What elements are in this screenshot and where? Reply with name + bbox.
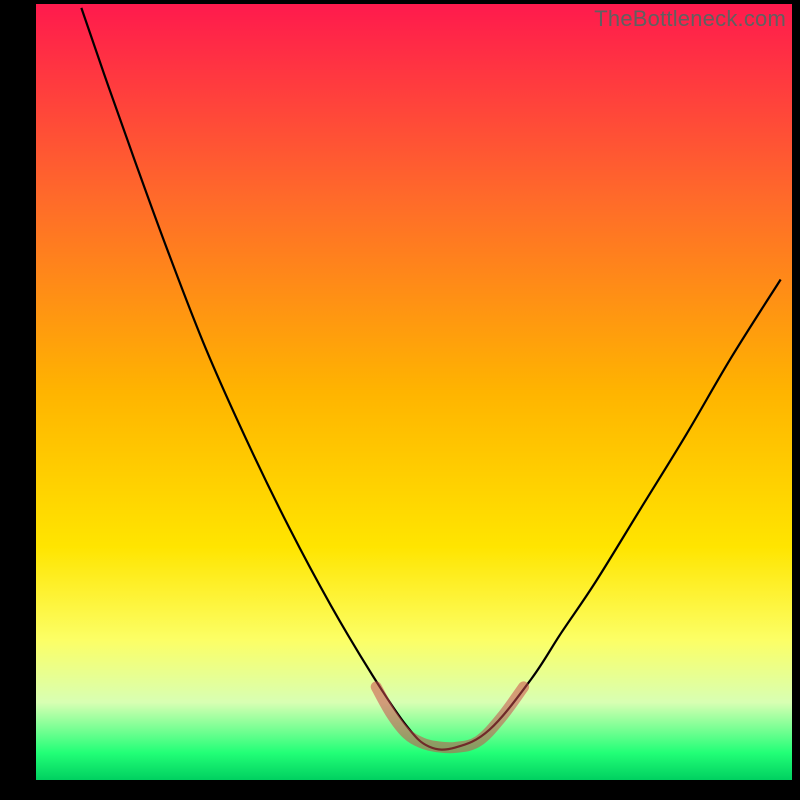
chart-background <box>36 4 792 780</box>
bottleneck-chart <box>0 0 800 800</box>
watermark-text: TheBottleneck.com <box>594 6 786 32</box>
